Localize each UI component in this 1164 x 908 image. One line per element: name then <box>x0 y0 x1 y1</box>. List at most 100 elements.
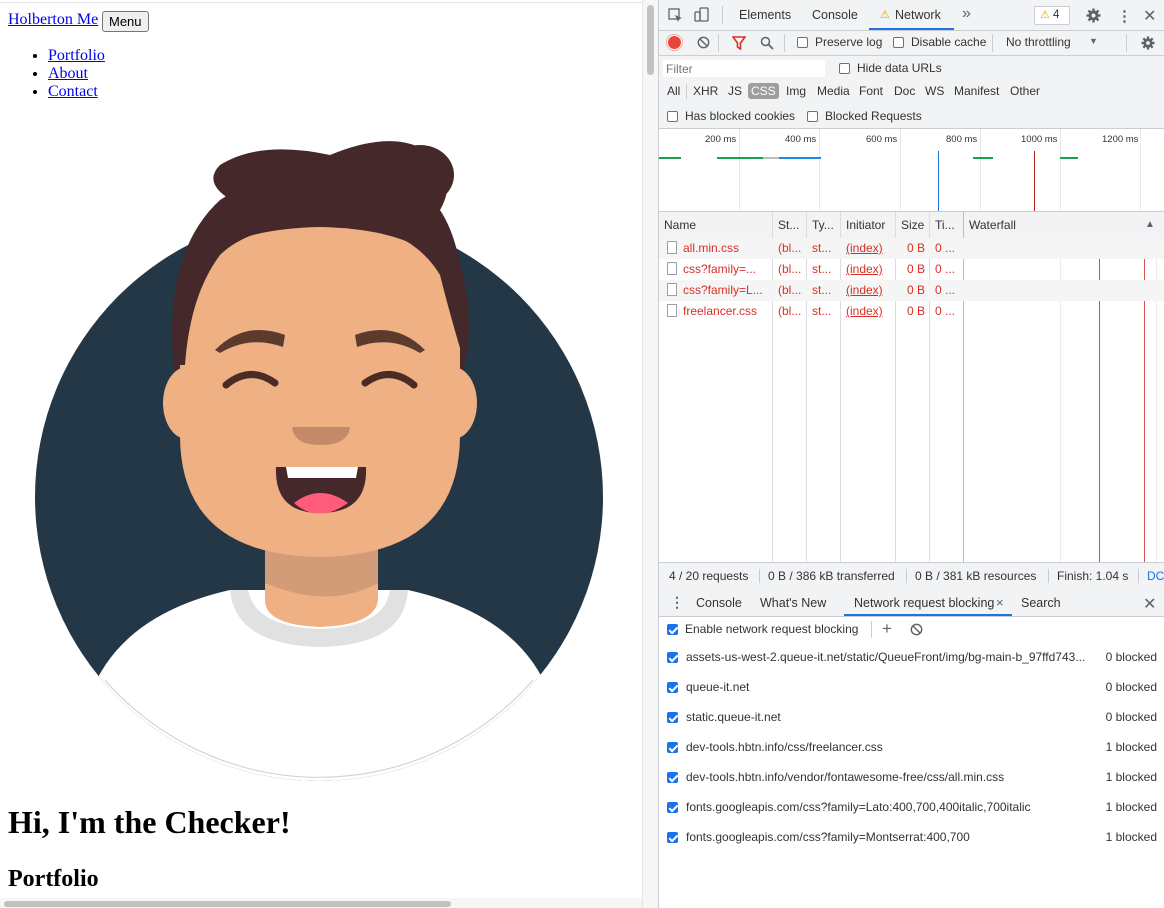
close-devtools-icon[interactable]: ✕ <box>1143 6 1156 26</box>
request-initiator-link[interactable]: (index) <box>846 262 883 276</box>
type-filter-js[interactable]: JS <box>728 84 742 98</box>
column-status[interactable]: St... <box>778 218 799 232</box>
request-time: 0 ... <box>935 262 956 276</box>
column-name[interactable]: Name <box>664 218 696 232</box>
warning-count: 4 <box>1053 9 1060 21</box>
network-status-bar: 4 / 20 requests 0 B / 386 kB transferred… <box>659 562 1164 590</box>
tab-network[interactable]: Network <box>895 8 941 22</box>
nav-link-portfolio[interactable]: Portfolio <box>48 47 105 64</box>
add-pattern-icon[interactable]: + <box>882 620 892 637</box>
overview-tick-line <box>819 129 820 211</box>
record-icon[interactable] <box>668 36 681 49</box>
type-filter-xhr[interactable]: XHR <box>693 84 718 98</box>
enable-blocking-checkbox[interactable] <box>667 624 678 635</box>
overview-tick-label: 400 ms <box>785 134 817 145</box>
pattern-checkbox[interactable] <box>667 682 678 693</box>
type-filter-manifest[interactable]: Manifest <box>954 84 999 98</box>
request-time: 0 ... <box>935 283 956 297</box>
nav-item: Portfolio <box>48 47 105 65</box>
drawer-menu-icon[interactable]: ⋮ <box>670 594 684 611</box>
hide-data-urls-checkbox[interactable] <box>839 63 850 74</box>
clear-icon[interactable] <box>697 36 710 49</box>
blocked-requests-checkbox[interactable] <box>807 111 818 122</box>
column-time[interactable]: Ti... <box>935 218 955 232</box>
page-vertical-scrollbar[interactable] <box>642 0 658 908</box>
request-row[interactable]: all.min.css (bl... st... (index) 0 B 0 .… <box>659 238 1164 259</box>
request-name[interactable]: css?family=L... <box>683 283 763 297</box>
chevron-down-icon[interactable]: ▼ <box>1089 36 1098 46</box>
pattern-text: dev-tools.hbtn.info/vendor/fontawesome-f… <box>686 770 1005 784</box>
device-toolbar-icon[interactable] <box>694 7 710 23</box>
settings-gear-icon[interactable] <box>1086 8 1101 23</box>
drawer-tab-console[interactable]: Console <box>696 596 742 610</box>
tab-console[interactable]: Console <box>812 8 858 22</box>
type-filter-css[interactable]: CSS <box>748 83 779 99</box>
column-waterfall[interactable]: Waterfall <box>969 218 1016 232</box>
has-blocked-cookies-checkbox[interactable] <box>667 111 678 122</box>
filter-input[interactable] <box>663 60 825 77</box>
warning-badge[interactable]: ⚠ 4 <box>1034 6 1070 25</box>
remove-all-patterns-icon[interactable] <box>910 623 923 636</box>
search-icon[interactable] <box>760 36 774 50</box>
pattern-checkbox[interactable] <box>667 712 678 723</box>
network-overview-timeline[interactable]: 200 ms 400 ms 600 ms 800 ms 1000 ms 1200… <box>659 129 1164 212</box>
drawer-tab-network-request-blocking[interactable]: Network request blocking <box>854 596 994 610</box>
request-name[interactable]: css?family=... <box>683 262 756 276</box>
type-filter-other[interactable]: Other <box>1010 84 1040 98</box>
more-tabs-button[interactable]: » <box>962 5 971 23</box>
overview-tick-label: 1000 ms <box>1021 134 1058 145</box>
close-tab-icon[interactable]: × <box>996 595 1004 610</box>
column-size[interactable]: Size <box>901 218 924 232</box>
pattern-checkbox[interactable] <box>667 742 678 753</box>
nav-link-about[interactable]: About <box>48 65 88 82</box>
column-type[interactable]: Ty... <box>812 218 834 232</box>
drawer-tab-whats-new[interactable]: What's New <box>760 596 826 610</box>
network-settings-gear-icon[interactable] <box>1141 36 1155 50</box>
sort-ascending-icon[interactable]: ▲ <box>1145 219 1155 230</box>
request-name[interactable]: all.min.css <box>683 241 739 255</box>
type-filter-media[interactable]: Media <box>817 84 850 98</box>
pattern-checkbox[interactable] <box>667 802 678 813</box>
request-size: 0 B <box>907 304 926 318</box>
pattern-checkbox[interactable] <box>667 832 678 843</box>
request-status: (bl... <box>778 241 802 255</box>
request-row[interactable]: freelancer.css (bl... st... (index) 0 B … <box>659 301 1164 322</box>
type-filter-img[interactable]: Img <box>786 84 806 98</box>
request-initiator-link[interactable]: (index) <box>846 304 883 318</box>
pattern-checkbox[interactable] <box>667 652 678 663</box>
page-vertical-scroll-thumb[interactable] <box>647 5 654 75</box>
overview-bar <box>717 157 763 159</box>
request-row[interactable]: css?family=... (bl... st... (index) 0 B … <box>659 259 1164 280</box>
disable-cache-checkbox[interactable] <box>893 37 904 48</box>
request-name[interactable]: freelancer.css <box>683 304 757 318</box>
pattern-text: assets-us-west-2.queue-it.net/static/Que… <box>686 650 1086 664</box>
brand-link[interactable]: Holberton Me <box>8 11 98 29</box>
type-filter-font[interactable]: Font <box>859 84 883 98</box>
throttling-select[interactable]: No throttling <box>1006 35 1071 49</box>
pattern-text: dev-tools.hbtn.info/css/freelancer.css <box>686 740 883 754</box>
inspect-element-icon[interactable] <box>668 8 683 23</box>
filter-icon[interactable] <box>732 36 746 50</box>
kebab-menu-icon[interactable]: ⋮ <box>1117 7 1132 25</box>
pattern-checkbox[interactable] <box>667 772 678 783</box>
nav-link-contact[interactable]: Contact <box>48 83 98 100</box>
tab-elements[interactable]: Elements <box>739 8 791 22</box>
preserve-log-checkbox[interactable] <box>797 37 808 48</box>
request-type: st... <box>812 304 832 318</box>
menu-button[interactable]: Menu <box>102 11 149 32</box>
type-filter-all[interactable]: All <box>667 84 680 98</box>
request-row[interactable]: css?family=L... (bl... st... (index) 0 B… <box>659 280 1164 301</box>
overview-tick-label: 800 ms <box>946 134 978 145</box>
page-horizontal-scrollbar[interactable] <box>0 898 642 908</box>
pattern-blocked-count: 1 blocked <box>1105 830 1157 844</box>
close-drawer-icon[interactable]: ✕ <box>1143 594 1156 614</box>
request-initiator-link[interactable]: (index) <box>846 283 883 297</box>
drawer-tab-search[interactable]: Search <box>1021 596 1061 610</box>
toolbar-divider <box>992 34 993 52</box>
request-blocking-panel: Enable network request blocking + assets… <box>659 617 1164 908</box>
column-initiator[interactable]: Initiator <box>846 218 885 232</box>
type-filter-doc[interactable]: Doc <box>894 84 915 98</box>
request-initiator-link[interactable]: (index) <box>846 241 883 255</box>
page-horizontal-scroll-thumb[interactable] <box>4 901 451 907</box>
type-filter-ws[interactable]: WS <box>925 84 944 98</box>
